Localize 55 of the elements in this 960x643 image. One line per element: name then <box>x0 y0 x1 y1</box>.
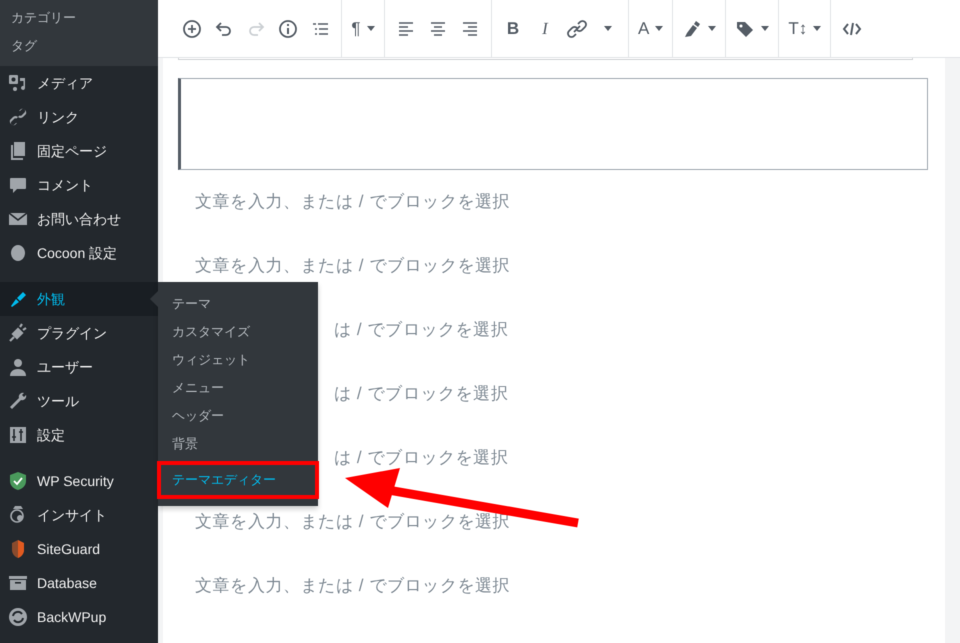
link-icon <box>567 18 587 38</box>
sidebar-item[interactable]: ユーザー <box>0 350 158 384</box>
flyout-item[interactable]: 背景 <box>158 430 318 458</box>
toolbar-button[interactable]: ¶ <box>348 10 378 46</box>
sidebar-item[interactable]: BackWPup <box>0 600 158 634</box>
paragraph-placeholder[interactable]: 文章を入力、または / でブロックを選択 <box>195 189 510 215</box>
caret-icon[interactable] <box>604 26 612 31</box>
pages-icon <box>8 141 28 161</box>
sidebar-item[interactable]: Database <box>0 566 158 600</box>
user-icon <box>8 357 28 377</box>
toolbar-button[interactable]: A <box>635 10 666 46</box>
sidebar-item[interactable]: お問い合わせ <box>0 202 158 236</box>
sidebar-item[interactable]: プラグイン <box>0 316 158 350</box>
info-icon <box>278 18 298 38</box>
toolbar-button[interactable]: T↕ <box>785 10 824 46</box>
sidebar-item[interactable]: メディア <box>0 66 158 100</box>
paragraph-placeholder[interactable]: は / でブロックを選択 <box>334 445 508 471</box>
plug-icon <box>8 323 28 343</box>
sidebar-item[interactable]: コメント <box>0 168 158 202</box>
shield-icon <box>8 471 28 491</box>
paragraph-placeholder[interactable]: は / でブロックを選択 <box>334 317 508 343</box>
comment-icon <box>8 175 28 195</box>
toolbar-button[interactable]: I <box>530 10 560 46</box>
sidebar-item[interactable]: リンク <box>0 100 158 134</box>
paragraph-placeholder[interactable]: 文章を入力、または / でブロックを選択 <box>195 509 510 535</box>
sidebar-item[interactable]: インサイト <box>0 498 158 532</box>
flyout-item[interactable]: テーマ <box>158 290 318 318</box>
brush-icon <box>8 289 28 309</box>
settings-icon <box>8 425 28 445</box>
sidebar-item[interactable]: 設定 <box>0 418 158 452</box>
archive-icon <box>8 573 28 593</box>
flyout-item[interactable]: メニュー <box>158 374 318 402</box>
sidebar-item[interactable]: 固定ページ <box>0 134 158 168</box>
flyout-item[interactable]: テーマエディター <box>158 462 318 498</box>
refresh-icon <box>8 607 28 627</box>
circle-icon <box>8 243 28 263</box>
flyout-item[interactable]: ウィジェット <box>158 346 318 374</box>
flyout-item[interactable]: カスタマイズ <box>158 318 318 346</box>
paragraph-placeholder[interactable]: 文章を入力、または / でブロックを選択 <box>195 253 510 279</box>
sidebar-item[interactable]: SiteGuard <box>0 532 158 566</box>
paragraph-placeholder[interactable]: 文章を入力、または / でブロックを選択 <box>195 573 510 599</box>
paragraph-placeholder[interactable]: は / でブロックを選択 <box>334 381 508 407</box>
link-icon <box>8 107 28 127</box>
submenu-item[interactable]: カテゴリー <box>0 4 158 32</box>
submenu-item[interactable]: タグ <box>0 32 158 60</box>
sidebar-item[interactable]: Cocoon 設定 <box>0 236 158 270</box>
sidebar-item[interactable]: 外観 <box>0 282 158 316</box>
add-icon <box>182 18 202 38</box>
sidebar-item[interactable]: ツール <box>0 384 158 418</box>
sidebar-item[interactable]: WP Security <box>0 464 158 498</box>
media-icon <box>8 73 28 93</box>
flyout-item[interactable]: ヘッダー <box>158 402 318 430</box>
marker-icon <box>682 18 702 38</box>
toolbar-button[interactable]: B <box>498 10 528 46</box>
wrench-icon <box>8 391 28 411</box>
